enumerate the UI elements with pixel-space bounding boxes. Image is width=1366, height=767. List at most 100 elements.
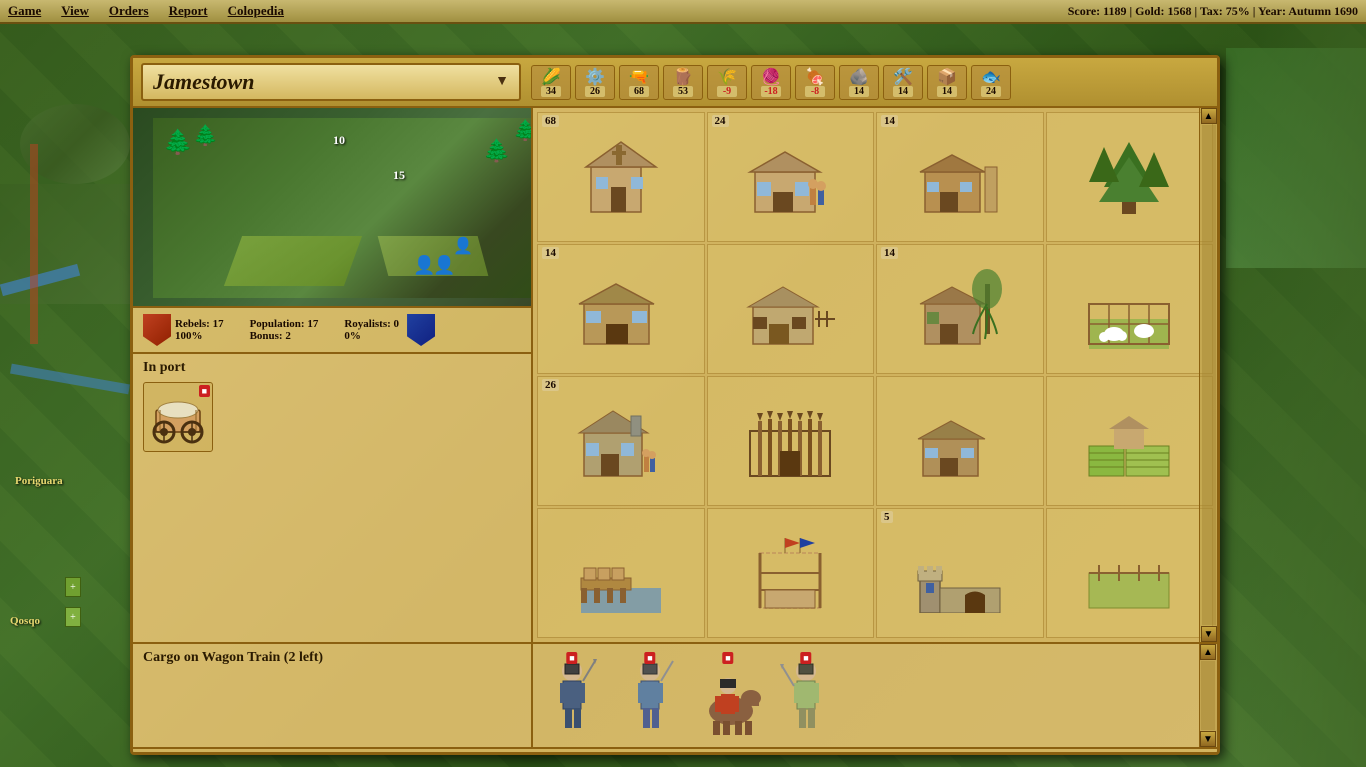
population-label: Population: 17 [250,318,319,330]
cargo-scroll-up[interactable]: ▲ [1200,644,1216,660]
cargo-badge-2: ■ [722,652,733,664]
resource-item-10: 🐟24 [971,65,1011,100]
resource-count-6: -8 [805,86,825,97]
scroll-track[interactable] [1202,125,1216,625]
city-dialog: Jamestown ▼ 🌽34⚙️26🔫68🪵53🌾-9🧶-18🍖-8🪨14🛠️… [130,55,1220,755]
resource-item-4: 🌾-9 [707,65,747,100]
resource-item-1: ⚙️26 [575,65,615,100]
building-armory[interactable]: 26 [537,376,705,506]
map-number-10: 10 [333,133,345,148]
cargo-unit-2[interactable]: ■ [693,652,763,740]
building-church-count: 68 [542,115,559,127]
building-wh-count: 14 [542,247,559,259]
resource-count-0: 34 [541,86,561,97]
menu-game[interactable]: Game [8,3,41,19]
building-trading-post[interactable]: 24 [707,112,875,242]
resource-icon-5: 🧶 [757,68,785,86]
resources-row: 🌽34⚙️26🔫68🪵53🌾-9🧶-18🍖-8🪨14🛠️14📦14🐟24 [531,65,1209,100]
buildings-panel: 68 24 [533,108,1217,642]
building-church[interactable]: 68 [537,112,705,242]
building-lm-count: 14 [881,115,898,127]
building-lumber-mill[interactable]: 14 [876,112,1044,242]
cargo-scrollbar[interactable]: ▲ ▼ [1199,644,1217,747]
building-armory-count: 26 [542,379,559,391]
stats-row: Rebels: 17 100% Population: 17 Bonus: 2 … [133,308,531,354]
resource-icon-3: 🪵 [669,68,697,86]
cargo-unit-3[interactable]: ■ [771,652,841,740]
building-warehouse[interactable]: 14 [537,244,705,374]
resource-icon-2: 🔫 [625,68,653,86]
menu-colopedia[interactable]: Colopedia [228,3,284,19]
rebels-shield [143,314,171,346]
building-ft-count: 14 [881,247,898,259]
royalists-pct: 0% [344,330,399,342]
scroll-down-btn[interactable]: ▼ [1201,626,1217,642]
port-item-wagon[interactable]: ■ [143,382,213,452]
rebels-label: Rebels: 17 [175,318,224,330]
menu-items: Game View Orders Report Colopedia [8,3,284,19]
building-stable[interactable] [707,244,875,374]
building-stockade[interactable] [707,376,875,506]
resource-icon-8: 🛠️ [889,68,917,86]
resource-count-7: 14 [849,86,869,97]
menu-report[interactable]: Report [169,3,208,19]
resource-icon-10: 🐟 [977,68,1005,86]
resource-item-7: 🪨14 [839,65,879,100]
menu-orders[interactable]: Orders [109,3,149,19]
dialog-main: 🌲 🌲 🌲 🌲 🌲 10 15 👤 👤 👤 [133,108,1217,642]
building-fur-trader[interactable]: 14 [876,244,1044,374]
scroll-up-btn[interactable]: ▲ [1201,108,1217,124]
royalists-shield [407,314,435,346]
cargo-scroll-track[interactable] [1201,661,1215,730]
building-field[interactable] [1046,508,1214,638]
city-name-box[interactable]: Jamestown ▼ [141,63,521,101]
royalists-label: Royalists: 0 [344,318,399,330]
cargo-unit-0[interactable]: ■ [537,652,607,740]
map-label-poriguara: Poriguara [15,475,63,487]
wagon-icon [148,390,208,445]
resource-count-10: 24 [981,86,1001,97]
cargo-title: Cargo on Wagon Train (2 left) [143,650,521,666]
map-number-15: 15 [393,168,405,183]
resource-item-9: 📦14 [927,65,967,100]
building-shipyard[interactable] [537,508,705,638]
city-name: Jamestown [153,69,254,95]
building-pasture[interactable] [1046,244,1214,374]
resource-icon-4: 🌾 [713,68,741,86]
resource-count-8: 14 [893,86,913,97]
resource-item-6: 🍖-8 [795,65,835,100]
resource-count-2: 68 [629,86,649,97]
building-fort[interactable]: 5 [876,508,1044,638]
in-port-section: In port [133,354,531,642]
port-items: ■ [143,382,521,452]
city-map-thumbnail: 🌲 🌲 🌲 🌲 🌲 10 15 👤 👤 👤 [133,108,531,308]
city-dropdown-icon[interactable]: ▼ [495,74,509,90]
rebels-pct: 100% [175,330,224,342]
bonus-label: Bonus: 2 [250,330,319,342]
resource-count-1: 26 [585,86,605,97]
menu-bar: Game View Orders Report Colopedia Score:… [0,0,1366,24]
building-blacksmith[interactable] [876,376,1044,506]
resource-item-8: 🛠️14 [883,65,923,100]
map-label-qosqo: Qosqo [10,615,40,627]
buildings-scrollbar[interactable]: ▲ ▼ [1199,108,1217,642]
resource-count-3: 53 [673,86,693,97]
game-stats: Score: 1189 | Gold: 1568 | Tax: 75% | Ye… [1068,4,1358,19]
building-forest[interactable] [1046,112,1214,242]
left-panel: 🌲 🌲 🌲 🌲 🌲 10 15 👤 👤 👤 [133,108,533,642]
resource-item-5: 🧶-18 [751,65,791,100]
building-tp-count: 24 [712,115,729,127]
wagon-badge: ■ [199,385,210,397]
building-farm[interactable] [1046,376,1214,506]
resource-icon-0: 🌽 [537,68,565,86]
resource-icon-1: ⚙️ [581,68,609,86]
resource-count-9: 14 [937,86,957,97]
cargo-unit-1[interactable]: ■ [615,652,685,740]
cargo-right: ■ ■ [533,644,1199,747]
cargo-section: Cargo on Wagon Train (2 left) ■ [133,642,1217,747]
resource-item-0: 🌽34 [531,65,571,100]
resource-bar: 🌽 162 🗡️ 0 🌿 33 🐑 140 🦫 185 🪵 36 [133,747,1217,755]
building-town-hall[interactable] [707,508,875,638]
menu-view[interactable]: View [61,3,89,19]
cargo-scroll-down[interactable]: ▼ [1200,731,1216,747]
